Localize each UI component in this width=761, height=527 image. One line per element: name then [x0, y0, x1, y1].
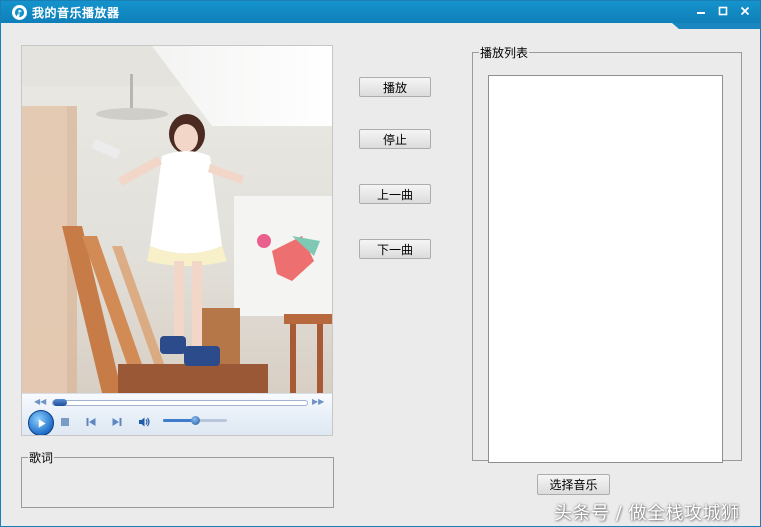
- next-track-button[interactable]: 下一曲: [359, 239, 431, 259]
- stop-button[interactable]: 停止: [359, 129, 431, 149]
- play-button[interactable]: 播放: [359, 77, 431, 97]
- previous-track-icon[interactable]: [84, 415, 98, 429]
- volume-thumb[interactable]: [191, 416, 200, 425]
- media-player[interactable]: ◀◀ ▶▶: [21, 45, 333, 436]
- seek-thumb[interactable]: [53, 399, 67, 406]
- play-pause-button[interactable]: [28, 410, 54, 435]
- playlist-legend: 播放列表: [480, 46, 529, 60]
- playlist-group: 播放列表: [472, 44, 742, 463]
- play-icon: [38, 418, 46, 428]
- player-control-bar: ◀◀ ▶▶: [22, 393, 332, 435]
- title-tab-decoration: [672, 23, 760, 29]
- lyrics-group: 歌词: [21, 449, 334, 508]
- next-track-icon[interactable]: [110, 415, 124, 429]
- seek-forward-arrow-icon[interactable]: ▶▶: [312, 397, 324, 406]
- watermark-text: 头条号 / 做全栈攻城狮: [554, 503, 740, 524]
- close-icon[interactable]: [738, 4, 752, 18]
- lyrics-legend: 歌词: [29, 451, 54, 465]
- seek-back-arrow-icon[interactable]: ◀◀: [34, 397, 46, 406]
- window-title: 我的音乐播放器: [32, 5, 120, 20]
- stop-icon[interactable]: [58, 415, 72, 429]
- minimize-icon[interactable]: [694, 4, 708, 18]
- playlist-listbox[interactable]: [488, 75, 723, 463]
- maximize-icon[interactable]: [716, 4, 730, 18]
- seek-slider[interactable]: [52, 399, 308, 406]
- volume-slider[interactable]: [163, 416, 227, 425]
- previous-track-button[interactable]: 上一曲: [359, 184, 431, 204]
- select-music-button[interactable]: 选择音乐: [537, 474, 610, 495]
- app-window: 我的音乐播放器 ◀◀ ▶▶ 播放 停止 上一曲 下一曲 播放列表 歌词 选择音乐…: [0, 0, 761, 527]
- title-bar[interactable]: 我的音乐播放器: [1, 1, 760, 29]
- app-logo-icon: [12, 4, 27, 20]
- volume-icon[interactable]: [137, 415, 151, 429]
- video-frame-image: [22, 46, 332, 393]
